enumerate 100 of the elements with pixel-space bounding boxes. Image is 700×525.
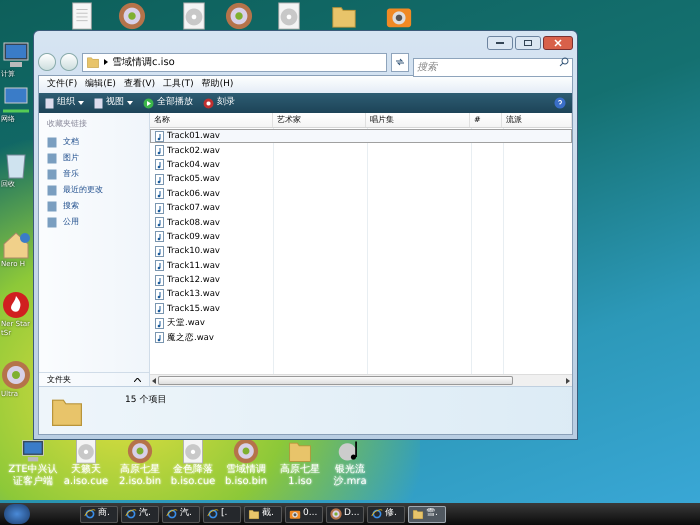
audio-file-icon: [155, 303, 164, 314]
scrollbar-thumb[interactable]: [158, 376, 513, 385]
file-row[interactable]: Track05.wav: [150, 172, 572, 187]
network-icon: [1, 85, 31, 115]
start-button[interactable]: [4, 504, 30, 524]
folder-link-icon: [47, 184, 57, 196]
sidebar-item[interactable]: 搜索: [39, 198, 149, 214]
audio-file-icon: [155, 130, 164, 142]
file-row[interactable]: Track13.wav: [150, 287, 572, 302]
dropdown-caret-icon: [78, 101, 84, 105]
taskbar-button[interactable]: 汽.: [162, 506, 200, 522]
flame-icon: [1, 290, 31, 320]
column-header[interactable]: 艺术家: [273, 113, 366, 127]
file-row[interactable]: Track02.wav: [150, 143, 572, 158]
sidebar-item[interactable]: 图片: [39, 150, 149, 166]
folder-icon: [412, 508, 424, 520]
taskbar-button[interactable]: 商.: [80, 506, 118, 522]
refresh-button[interactable]: [391, 52, 409, 72]
disc-icon: [330, 508, 342, 520]
audio-file-icon: [155, 260, 164, 272]
breadcrumb-arrow-icon: [104, 59, 108, 65]
toolbar-button[interactable]: 视图: [94, 96, 133, 110]
file-row[interactable]: 魔之恋.wav: [150, 330, 572, 345]
close-button[interactable]: [543, 36, 573, 50]
menu-item[interactable]: 编辑(E): [83, 78, 118, 92]
address-text: 雪域情调c.iso: [112, 56, 176, 70]
menu-item[interactable]: 工具(T): [161, 78, 196, 92]
icon-label: 雪域情调 b.iso.bin: [224, 464, 268, 488]
file-row[interactable]: Track09.wav: [150, 230, 572, 244]
browser-icon: [371, 508, 383, 520]
folder-link-icon: [47, 216, 57, 228]
audio-file-icon: [155, 159, 164, 170]
help-icon: [554, 97, 566, 109]
folder-icon: [248, 508, 260, 520]
column-header[interactable]: #: [470, 113, 502, 127]
file-row[interactable]: Track04.wav: [150, 158, 572, 172]
audio-file-icon: [155, 231, 164, 242]
minimize-button[interactable]: [487, 36, 513, 50]
menu-item[interactable]: 查看(V): [122, 78, 158, 92]
file-row[interactable]: Track15.wav: [150, 302, 572, 316]
icon-label: 高原七星 1.iso: [279, 464, 321, 488]
horizontal-scrollbar[interactable]: [150, 374, 572, 386]
browser-icon: [84, 508, 96, 520]
menu-item[interactable]: 帮助(H): [200, 78, 236, 92]
folder-link-icon: [47, 168, 57, 180]
computer-icon: [1, 40, 31, 70]
audio-file-icon: [155, 174, 164, 185]
camera-icon: [289, 508, 301, 520]
file-row[interactable]: Track01.wav: [150, 129, 572, 144]
column-header[interactable]: 流派: [502, 113, 572, 127]
browser-icon: [207, 508, 219, 520]
file-row[interactable]: Track07.wav: [150, 200, 572, 216]
column-header[interactable]: 名称: [150, 113, 273, 127]
audio-file-icon: [155, 145, 164, 156]
taskbar-button[interactable]: 汽.: [121, 506, 159, 522]
address-bar[interactable]: 雪域情调c.iso: [82, 52, 387, 72]
file-row[interactable]: 天堂.wav: [150, 316, 572, 330]
item-count: 15 个项目: [125, 394, 166, 407]
menu-item[interactable]: 文件(F): [45, 78, 80, 92]
file-row[interactable]: Track12.wav: [150, 272, 572, 288]
folder-icon: [86, 55, 100, 69]
maximize-button[interactable]: [515, 36, 541, 50]
play-icon: [143, 98, 154, 108]
toolbar-button[interactable]: 刻录: [203, 96, 235, 110]
sidebar-item[interactable]: 文档: [39, 134, 149, 150]
audio-file-icon: [155, 274, 164, 286]
taskbar-button[interactable]: 0...: [285, 506, 323, 522]
icon-label: 金色降落 b.iso.cue: [170, 464, 216, 488]
icon-label: 高原七星 2.iso.bin: [118, 464, 162, 488]
file-row[interactable]: Track11.wav: [150, 258, 572, 273]
audio-file-icon: [155, 217, 164, 228]
refresh-icon: [395, 57, 405, 67]
computer-icon: [20, 438, 46, 464]
file-row[interactable]: Track10.wav: [150, 244, 572, 259]
taskbar-button[interactable]: D...: [326, 506, 364, 522]
sidebar-item[interactable]: 公用: [39, 214, 149, 230]
browser-icon: [166, 508, 178, 520]
file-row[interactable]: Track08.wav: [150, 215, 572, 230]
sidebar-item[interactable]: 最近的更改: [39, 182, 149, 198]
disc-icon: [118, 2, 146, 30]
audio-file-icon: [155, 332, 164, 344]
column-header[interactable]: 唱片集: [366, 113, 470, 127]
file-row[interactable]: Track06.wav: [150, 186, 572, 201]
taskbar-button[interactable]: [.: [203, 506, 241, 522]
disc-icon: [225, 2, 253, 30]
taskbar-button[interactable]: 雪.: [408, 506, 446, 522]
house-icon: [1, 230, 31, 260]
disc-icon: [127, 438, 153, 464]
disc-file-icon: [73, 438, 99, 464]
folder-link-icon: [47, 136, 57, 148]
toolbar-button[interactable]: 全部播放: [143, 96, 193, 110]
sidebar-item[interactable]: 音乐: [39, 166, 149, 182]
toolbar-button[interactable]: 组织: [45, 96, 84, 110]
taskbar-button[interactable]: 修.: [367, 506, 405, 522]
audio-file-icon: [155, 188, 164, 200]
dropdown-caret-icon: [127, 101, 133, 105]
page-icon: [94, 98, 103, 108]
search-field[interactable]: 搜索: [413, 58, 573, 76]
taskbar-button[interactable]: 截.: [244, 506, 282, 522]
sidebar-heading: 收藏夹链接: [46, 118, 88, 130]
